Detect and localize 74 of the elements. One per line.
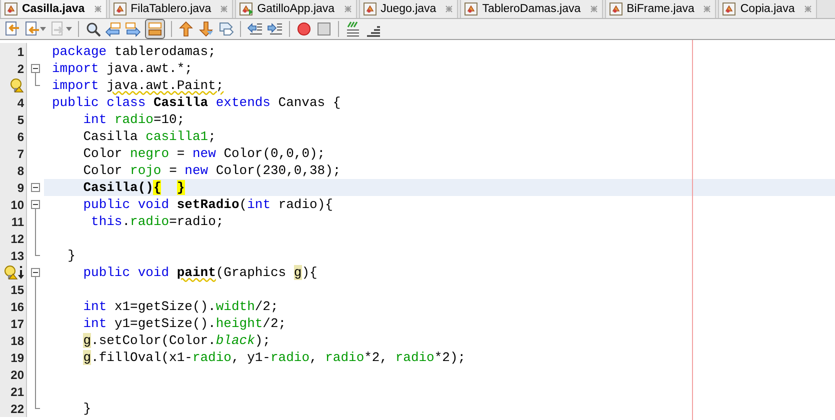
line-number: 13 bbox=[10, 248, 24, 262]
shift-right-icon[interactable] bbox=[267, 21, 283, 37]
line-number: 18 bbox=[10, 334, 24, 348]
editor-tab[interactable]: Juego.java bbox=[358, 0, 458, 18]
code-line: import java.awt.*; bbox=[52, 61, 192, 76]
code-line: public void paint(Graphics g){ bbox=[82, 265, 318, 280]
file-icon bbox=[608, 2, 624, 16]
code-line: g.fillOval(x1-radio, y1-radio, radio*2, radio*2); bbox=[82, 350, 466, 365]
code-line: this.radio=radio; bbox=[90, 214, 224, 229]
search-icon[interactable] bbox=[85, 21, 101, 37]
caret-icon[interactable] bbox=[66, 27, 72, 31]
code-line: g.setColor(Color.black); bbox=[82, 333, 270, 348]
line-number: 8 bbox=[17, 164, 24, 178]
code-line: Color rojo = new Color(230,0,38); bbox=[82, 163, 341, 178]
line-number: 21 bbox=[10, 384, 24, 398]
code-line: int radio=10; bbox=[82, 112, 185, 127]
line-number: 7 bbox=[17, 146, 24, 160]
code-line: int y1=getSize().height/2; bbox=[82, 316, 286, 331]
file-icon bbox=[4, 2, 19, 16]
line-number: 15 bbox=[10, 282, 24, 296]
lightbulb-icon[interactable] bbox=[4, 265, 18, 280]
code-line: package tablerodamas; bbox=[52, 44, 216, 59]
line-number: 5 bbox=[17, 112, 24, 126]
document-arrow-icon[interactable] bbox=[4, 21, 20, 37]
line-number: 20 bbox=[10, 368, 24, 382]
file-icon bbox=[112, 2, 128, 16]
collapse-icon[interactable] bbox=[31, 268, 40, 277]
collapse-icon[interactable] bbox=[31, 183, 40, 192]
shift-left-icon[interactable] bbox=[247, 21, 263, 37]
comment-icon[interactable] bbox=[345, 21, 361, 37]
code-line: Casilla casilla1; bbox=[82, 129, 216, 144]
line-number: 10 bbox=[10, 198, 24, 212]
line-number: 9 bbox=[17, 180, 24, 194]
line-number: 2 bbox=[17, 62, 24, 76]
arrow-left-icon[interactable] bbox=[105, 21, 121, 37]
line-number: 4 bbox=[17, 96, 24, 110]
code-line: import java.awt.Paint; bbox=[52, 78, 224, 93]
editor-tab[interactable]: Copia.java bbox=[718, 0, 817, 18]
file-icon bbox=[722, 2, 738, 16]
line-number: 22 bbox=[10, 402, 24, 416]
code-line: public class Casilla extends Canvas { bbox=[52, 95, 341, 110]
code-line: public void setRadio(int radio){ bbox=[82, 197, 333, 212]
code-line: } bbox=[66, 248, 76, 263]
stop-icon[interactable] bbox=[316, 21, 332, 37]
arrow-down-icon[interactable] bbox=[18, 266, 24, 280]
editor-tab[interactable]: FilaTablero.java bbox=[108, 0, 234, 18]
collapse-icon[interactable] bbox=[31, 200, 40, 209]
code-line: Color negro = new Color(0,0,0); bbox=[82, 146, 326, 161]
editor-tab[interactable]: TableroDamas.java bbox=[460, 0, 603, 18]
arrow-right-icon[interactable] bbox=[125, 21, 141, 37]
line-number: 11 bbox=[11, 214, 24, 228]
editor-tab[interactable]: BiFrame.java bbox=[604, 0, 716, 18]
close-icon[interactable] bbox=[94, 5, 102, 13]
collapse-icon[interactable] bbox=[31, 64, 40, 73]
tag-icon[interactable] bbox=[218, 21, 234, 37]
line-number: 17 bbox=[10, 316, 24, 330]
code-line: Casilla(){ } bbox=[82, 180, 185, 195]
line-number: 12 bbox=[10, 232, 24, 246]
editor-tab[interactable]: GatilloApp.java bbox=[235, 0, 357, 18]
code-line: } bbox=[82, 401, 92, 416]
record-icon[interactable] bbox=[296, 21, 312, 37]
document-arrow-icon[interactable] bbox=[24, 21, 40, 37]
line-number: 1 bbox=[17, 44, 24, 58]
editor-tab[interactable]: Casilla.java bbox=[0, 0, 107, 18]
file-icon bbox=[362, 2, 378, 16]
file-icon bbox=[464, 2, 480, 16]
line-number: 6 bbox=[17, 130, 24, 144]
arrow-up-icon[interactable] bbox=[178, 21, 194, 37]
file-icon bbox=[239, 2, 254, 16]
lightbulb-icon[interactable] bbox=[10, 78, 24, 93]
line-number: 19 bbox=[10, 350, 24, 364]
line-number: 16 bbox=[10, 300, 24, 314]
caret-icon[interactable] bbox=[40, 27, 46, 31]
code-line: int x1=getSize().width/2; bbox=[82, 299, 278, 314]
